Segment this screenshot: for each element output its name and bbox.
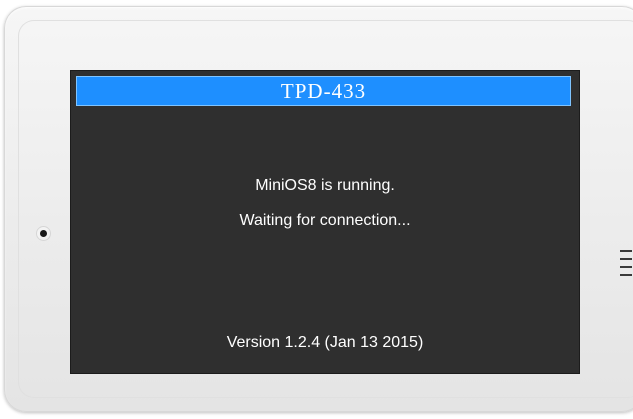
status-message-waiting: Waiting for connection... [239,212,411,229]
speaker-vent-icon [620,250,632,282]
camera-dot-icon [40,230,47,237]
display-screen: TPD-433 MiniOS8 is running. Waiting for … [71,71,579,373]
screen-title-bar: TPD-433 [76,76,571,106]
version-label: Version 1.2.4 (Jan 13 2015) [226,334,424,351]
status-message-running: MiniOS8 is running. [255,177,395,194]
